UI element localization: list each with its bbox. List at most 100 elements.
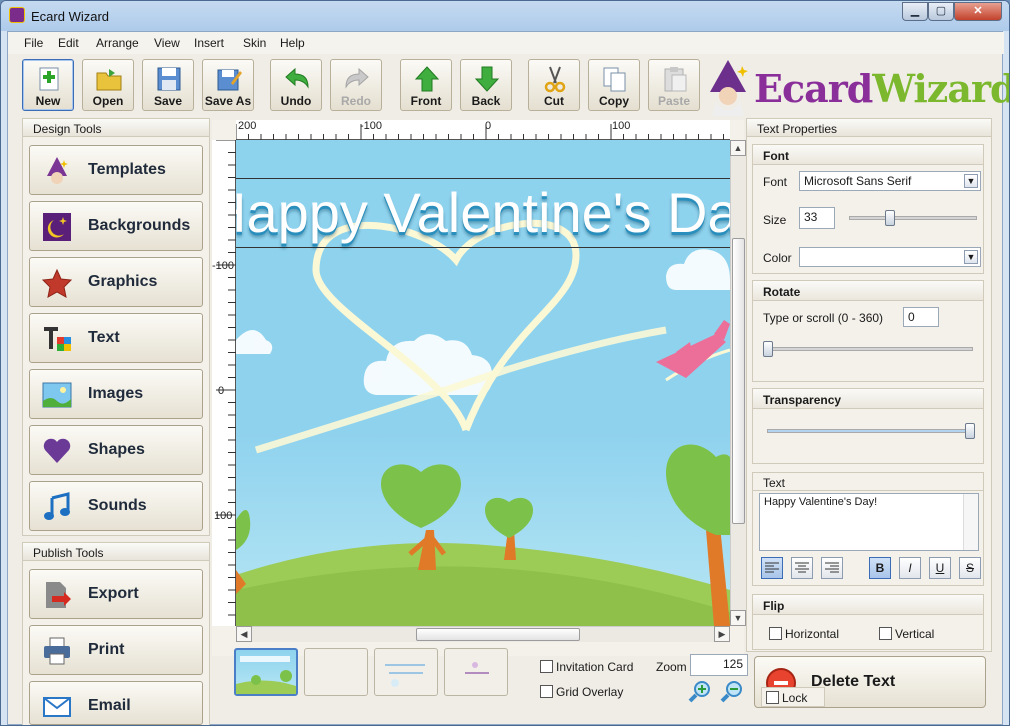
cut-label: Cut <box>544 94 564 108</box>
export-button[interactable]: Export <box>29 569 203 619</box>
paste-button[interactable]: Paste <box>648 59 700 111</box>
templates-button[interactable]: Templates <box>29 145 203 195</box>
text-content-input[interactable]: Happy Valentine's Day! <box>759 493 979 551</box>
email-button[interactable]: Email <box>29 681 203 725</box>
close-button[interactable]: ✕ <box>954 2 1002 21</box>
font-size-input[interactable]: 33 <box>799 207 835 229</box>
underline-button[interactable]: U <box>929 557 951 579</box>
zoom-input[interactable]: 125 <box>690 654 748 676</box>
font-size-slider-thumb[interactable] <box>885 210 895 226</box>
ecard-wizard-logo: EcardWizard <box>702 56 1009 116</box>
align-left-button[interactable] <box>761 557 783 579</box>
scroll-left-icon[interactable]: ◀ <box>236 626 252 642</box>
canvas-vertical-scrollbar[interactable]: ▲ ▼ <box>730 140 746 626</box>
publish-tools-header: Publish Tools <box>23 543 209 561</box>
menu-file[interactable]: File <box>24 36 43 50</box>
text-content-value: Happy Valentine's Day! <box>764 496 878 508</box>
align-center-button[interactable] <box>791 557 813 579</box>
flip-horizontal-checkbox[interactable] <box>769 627 782 640</box>
strikethrough-button[interactable]: S <box>959 557 981 579</box>
zoom-in-icon[interactable] <box>688 680 712 704</box>
paste-icon <box>664 67 687 92</box>
open-button[interactable]: Open <box>82 59 134 111</box>
graphics-button[interactable]: Graphics <box>29 257 203 307</box>
headline-text-object[interactable]: Happy Valentine's Day! <box>236 178 730 248</box>
copy-button[interactable]: Copy <box>588 59 640 111</box>
cut-button[interactable]: Cut <box>528 59 580 111</box>
minimize-button[interactable]: ▁ <box>902 2 928 21</box>
menu-view[interactable]: View <box>154 36 180 50</box>
app-frame: File Edit Arrange View Insert Skin Help … <box>7 31 1009 725</box>
rotate-slider[interactable] <box>767 347 973 351</box>
menu-arrange[interactable]: Arrange <box>96 36 139 50</box>
text-section: Text Happy Valentine's Day! B I U S <box>752 472 984 586</box>
ecard-canvas[interactable]: Happy Valentine's Day! <box>236 140 730 626</box>
font-dropdown-value: Microsoft Sans Serif <box>804 174 912 188</box>
scroll-up-icon[interactable]: ▲ <box>730 140 746 156</box>
back-button[interactable]: Back <box>460 59 512 111</box>
scroll-down-icon[interactable]: ▼ <box>730 610 746 626</box>
bold-button[interactable]: B <box>869 557 891 579</box>
back-label: Back <box>471 94 501 108</box>
text-scrollbar[interactable] <box>963 494 978 550</box>
music-note-icon <box>44 492 70 520</box>
align-right-button[interactable] <box>821 557 843 579</box>
grid-overlay-checkbox[interactable] <box>540 685 553 698</box>
color-label: Color <box>763 251 792 265</box>
save-as-button[interactable]: Save As <box>202 59 254 111</box>
print-label: Print <box>88 641 125 658</box>
scroll-right-icon[interactable]: ▶ <box>714 626 730 642</box>
text-tool-button[interactable]: Text <box>29 313 203 363</box>
transparency-slider[interactable] <box>767 429 973 433</box>
save-as-icon <box>217 69 242 91</box>
new-button[interactable]: New <box>22 59 74 111</box>
maximize-button[interactable]: ▢ <box>928 2 954 21</box>
export-label: Export <box>88 585 139 602</box>
ruler-h-label: 100 <box>612 120 631 132</box>
page-thumbnail[interactable] <box>444 648 508 696</box>
lock-toggle[interactable]: Lock <box>761 687 825 707</box>
page-thumbnail[interactable] <box>234 648 298 696</box>
redo-button[interactable]: Redo <box>330 59 382 111</box>
horizontal-ruler: 200 -100 0 100 <box>236 120 730 140</box>
delete-text-button[interactable]: Delete Text Lock <box>754 656 986 708</box>
color-dropdown[interactable]: ▼ <box>799 247 981 267</box>
graphics-label: Graphics <box>88 273 158 290</box>
horizontal-scroll-thumb[interactable] <box>416 628 580 641</box>
font-dropdown[interactable]: Microsoft Sans Serif ▼ <box>799 171 981 191</box>
menu-help[interactable]: Help <box>280 36 305 50</box>
vertical-scroll-thumb[interactable] <box>732 238 745 524</box>
backgrounds-button[interactable]: Backgrounds <box>29 201 203 251</box>
flip-vertical-checkbox[interactable] <box>879 627 892 640</box>
thumbnail-preview <box>236 656 296 694</box>
scissors-icon <box>544 66 566 93</box>
print-button[interactable]: Print <box>29 625 203 675</box>
canvas-horizontal-scrollbar[interactable]: ◀ ▶ <box>236 626 730 642</box>
italic-button[interactable]: I <box>899 557 921 579</box>
transparency-slider-thumb[interactable] <box>965 423 975 439</box>
printer-icon <box>44 637 70 665</box>
front-button[interactable]: Front <box>400 59 452 111</box>
page-thumbnail[interactable] <box>374 648 438 696</box>
images-button[interactable]: Images <box>29 369 203 419</box>
zoom-label: Zoom <box>656 660 687 674</box>
undo-button[interactable]: Undo <box>270 59 322 111</box>
menu-skin[interactable]: Skin <box>243 36 266 50</box>
text-color-icon <box>44 327 71 351</box>
save-button[interactable]: Save <box>142 59 194 111</box>
sounds-button[interactable]: Sounds <box>29 481 203 531</box>
thumbnail-preview <box>465 662 489 674</box>
ruler-v-label: -100 <box>212 260 235 272</box>
page-thumbnail[interactable] <box>304 648 368 696</box>
font-size-slider[interactable] <box>849 216 977 220</box>
rotate-input[interactable]: 0 <box>903 307 939 327</box>
rotate-slider-thumb[interactable] <box>763 341 773 357</box>
menu-edit[interactable]: Edit <box>58 36 79 50</box>
invitation-card-checkbox[interactable] <box>540 660 553 673</box>
shapes-button[interactable]: Shapes <box>29 425 203 475</box>
menu-insert[interactable]: Insert <box>194 36 224 50</box>
design-tools-panel: Design Tools Templates Backgrounds Graph… <box>22 118 210 536</box>
zoom-out-icon[interactable] <box>720 680 744 704</box>
lock-checkbox[interactable] <box>766 691 779 704</box>
ruler-v-label: 100 <box>214 510 233 522</box>
